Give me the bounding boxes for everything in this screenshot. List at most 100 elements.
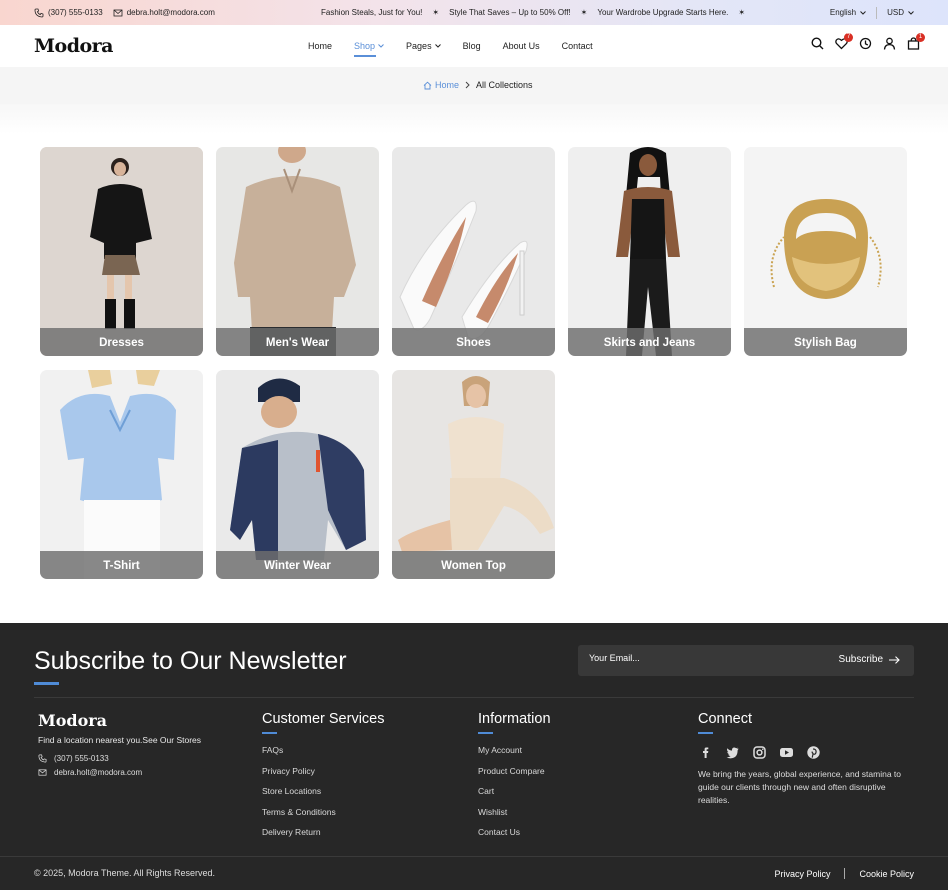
topbar-phone-text: (307) 555-0133 bbox=[48, 8, 103, 17]
chevron-down-icon bbox=[378, 44, 384, 48]
divider bbox=[844, 868, 846, 879]
collection-label: Shoes bbox=[392, 328, 555, 356]
collection-card-shoes[interactable]: Shoes bbox=[392, 147, 555, 356]
copyright-text: © 2025, Modora Theme. All Rights Reserve… bbox=[34, 868, 216, 878]
recently-viewed-button[interactable] bbox=[859, 37, 872, 50]
divider bbox=[876, 6, 878, 19]
column-title: Information bbox=[478, 711, 551, 727]
subscribe-label: Subscribe bbox=[838, 654, 883, 665]
currency-value: USD bbox=[887, 8, 904, 17]
divider bbox=[34, 697, 914, 698]
footer-link[interactable]: Cart bbox=[478, 786, 551, 796]
footer-link[interactable]: Terms & Conditions bbox=[262, 807, 384, 817]
subscribe-button[interactable]: Subscribe bbox=[839, 654, 900, 665]
nav-shop[interactable]: Shop bbox=[354, 41, 384, 57]
language-value: English bbox=[829, 8, 857, 17]
footer-link[interactable]: Store Locations bbox=[262, 786, 384, 796]
nav-label: About Us bbox=[502, 41, 540, 51]
nav-about[interactable]: About Us bbox=[503, 41, 540, 51]
currency-select[interactable]: USD bbox=[887, 8, 914, 17]
phone-icon bbox=[38, 754, 47, 763]
footer-link[interactable]: Product Compare bbox=[478, 766, 551, 776]
newsletter-title: Subscribe to Our Newsletter bbox=[34, 647, 347, 675]
collection-card-dresses[interactable]: Dresses bbox=[40, 147, 203, 356]
nav-contact[interactable]: Contact bbox=[562, 41, 593, 51]
footer-link[interactable]: Contact Us bbox=[478, 827, 551, 837]
topbar-email-text: debra.holt@modora.com bbox=[126, 8, 215, 17]
search-icon bbox=[811, 37, 824, 50]
footer-link[interactable]: FAQs bbox=[262, 745, 384, 755]
cart-button[interactable]: 1 bbox=[907, 33, 925, 50]
footer-link[interactable]: Wishlist bbox=[478, 807, 551, 817]
nav-label: Contact bbox=[561, 41, 593, 51]
collection-image bbox=[216, 370, 379, 579]
chevron-down-icon bbox=[434, 44, 441, 48]
collection-card-women-top[interactable]: Women Top bbox=[392, 370, 555, 579]
footer-link[interactable]: Delivery Return bbox=[262, 827, 384, 837]
topbar-email[interactable]: debra.holt@modora.com bbox=[113, 8, 215, 18]
breadcrumb-home[interactable]: Home bbox=[423, 80, 459, 90]
search-button[interactable] bbox=[811, 37, 824, 50]
language-select[interactable]: English bbox=[830, 8, 866, 17]
collection-image bbox=[744, 147, 907, 356]
facebook-icon[interactable] bbox=[698, 745, 713, 760]
collection-card-winter-wear[interactable]: Winter Wear bbox=[216, 370, 379, 579]
collection-label: Men's Wear bbox=[216, 328, 379, 356]
footer-link[interactable]: My Account bbox=[478, 745, 551, 755]
about-text: We bring the years, global experience, a… bbox=[698, 769, 902, 805]
title-accent bbox=[698, 732, 713, 734]
column-title: Customer Services bbox=[262, 711, 385, 727]
nav-home[interactable]: Home bbox=[308, 41, 332, 51]
history-icon bbox=[859, 37, 872, 50]
promo-text: Fashion Steals, Just for You! bbox=[321, 8, 423, 17]
youtube-icon[interactable] bbox=[779, 745, 794, 760]
collection-label: Stylish Bag bbox=[744, 328, 907, 356]
account-button[interactable] bbox=[883, 37, 896, 50]
connect-column: Connect We bring the years, global exper… bbox=[698, 711, 908, 807]
footer-logo[interactable]: Modora bbox=[38, 711, 107, 730]
main-header: Modora Home Shop Pages Blog About Us Con… bbox=[0, 25, 948, 67]
privacy-policy-link[interactable]: Privacy Policy bbox=[774, 869, 830, 879]
collection-image bbox=[216, 147, 379, 356]
collection-image bbox=[568, 147, 731, 356]
phone-icon bbox=[34, 8, 44, 17]
cookie-policy-link[interactable]: Cookie Policy bbox=[859, 869, 914, 879]
collection-card-mens-wear[interactable]: Men's Wear bbox=[216, 147, 379, 356]
collection-card-skirts-jeans[interactable]: Skirts and Jeans bbox=[568, 147, 731, 356]
nav-blog[interactable]: Blog bbox=[463, 41, 481, 51]
nav-pages[interactable]: Pages bbox=[406, 41, 441, 51]
sparkle-icon: ✶ bbox=[738, 8, 746, 17]
topbar-phone[interactable]: (307) 555-0133 bbox=[34, 8, 103, 18]
divider bbox=[0, 856, 948, 857]
footer-phone-text: (307) 555-0133 bbox=[54, 754, 109, 763]
breadcrumb-home-label: Home bbox=[435, 80, 460, 90]
footer-email[interactable]: debra.holt@modora.com bbox=[38, 768, 142, 777]
collection-label: Winter Wear bbox=[216, 551, 379, 579]
promo-text: Your Wardrobe Upgrade Starts Here. bbox=[597, 8, 729, 17]
collection-label: Skirts and Jeans bbox=[568, 328, 731, 356]
nav-label: Home bbox=[308, 41, 333, 51]
collection-image bbox=[392, 147, 555, 356]
collection-label: Dresses bbox=[40, 328, 203, 356]
collection-card-stylish-bag[interactable]: Stylish Bag bbox=[744, 147, 907, 356]
collection-card-t-shirt[interactable]: T-Shirt bbox=[40, 370, 203, 579]
collection-label: Women Top bbox=[392, 551, 555, 579]
breadcrumb: Home All Collections bbox=[0, 67, 948, 104]
title-accent bbox=[262, 732, 277, 734]
mail-icon bbox=[113, 9, 123, 16]
site-footer: Subscribe to Our Newsletter Subscribe Mo… bbox=[0, 623, 948, 890]
newsletter-email-input[interactable] bbox=[589, 653, 789, 663]
nav-label: Shop bbox=[354, 41, 376, 51]
footer-email-text: debra.holt@modora.com bbox=[54, 768, 143, 777]
footer-link[interactable]: Privacy Policy bbox=[262, 766, 384, 776]
collection-image bbox=[392, 370, 555, 579]
footer-phone[interactable]: (307) 555-0133 bbox=[38, 754, 109, 763]
twitter-icon[interactable] bbox=[725, 745, 740, 760]
pinterest-icon[interactable] bbox=[806, 745, 821, 760]
arrow-right-icon bbox=[889, 655, 900, 664]
wishlist-button[interactable]: 7 bbox=[835, 33, 853, 50]
chevron-down-icon bbox=[908, 10, 914, 15]
instagram-icon[interactable] bbox=[752, 745, 767, 760]
logo[interactable]: Modora bbox=[34, 35, 113, 57]
information-column: Information My Account Product Compare C… bbox=[478, 711, 551, 848]
